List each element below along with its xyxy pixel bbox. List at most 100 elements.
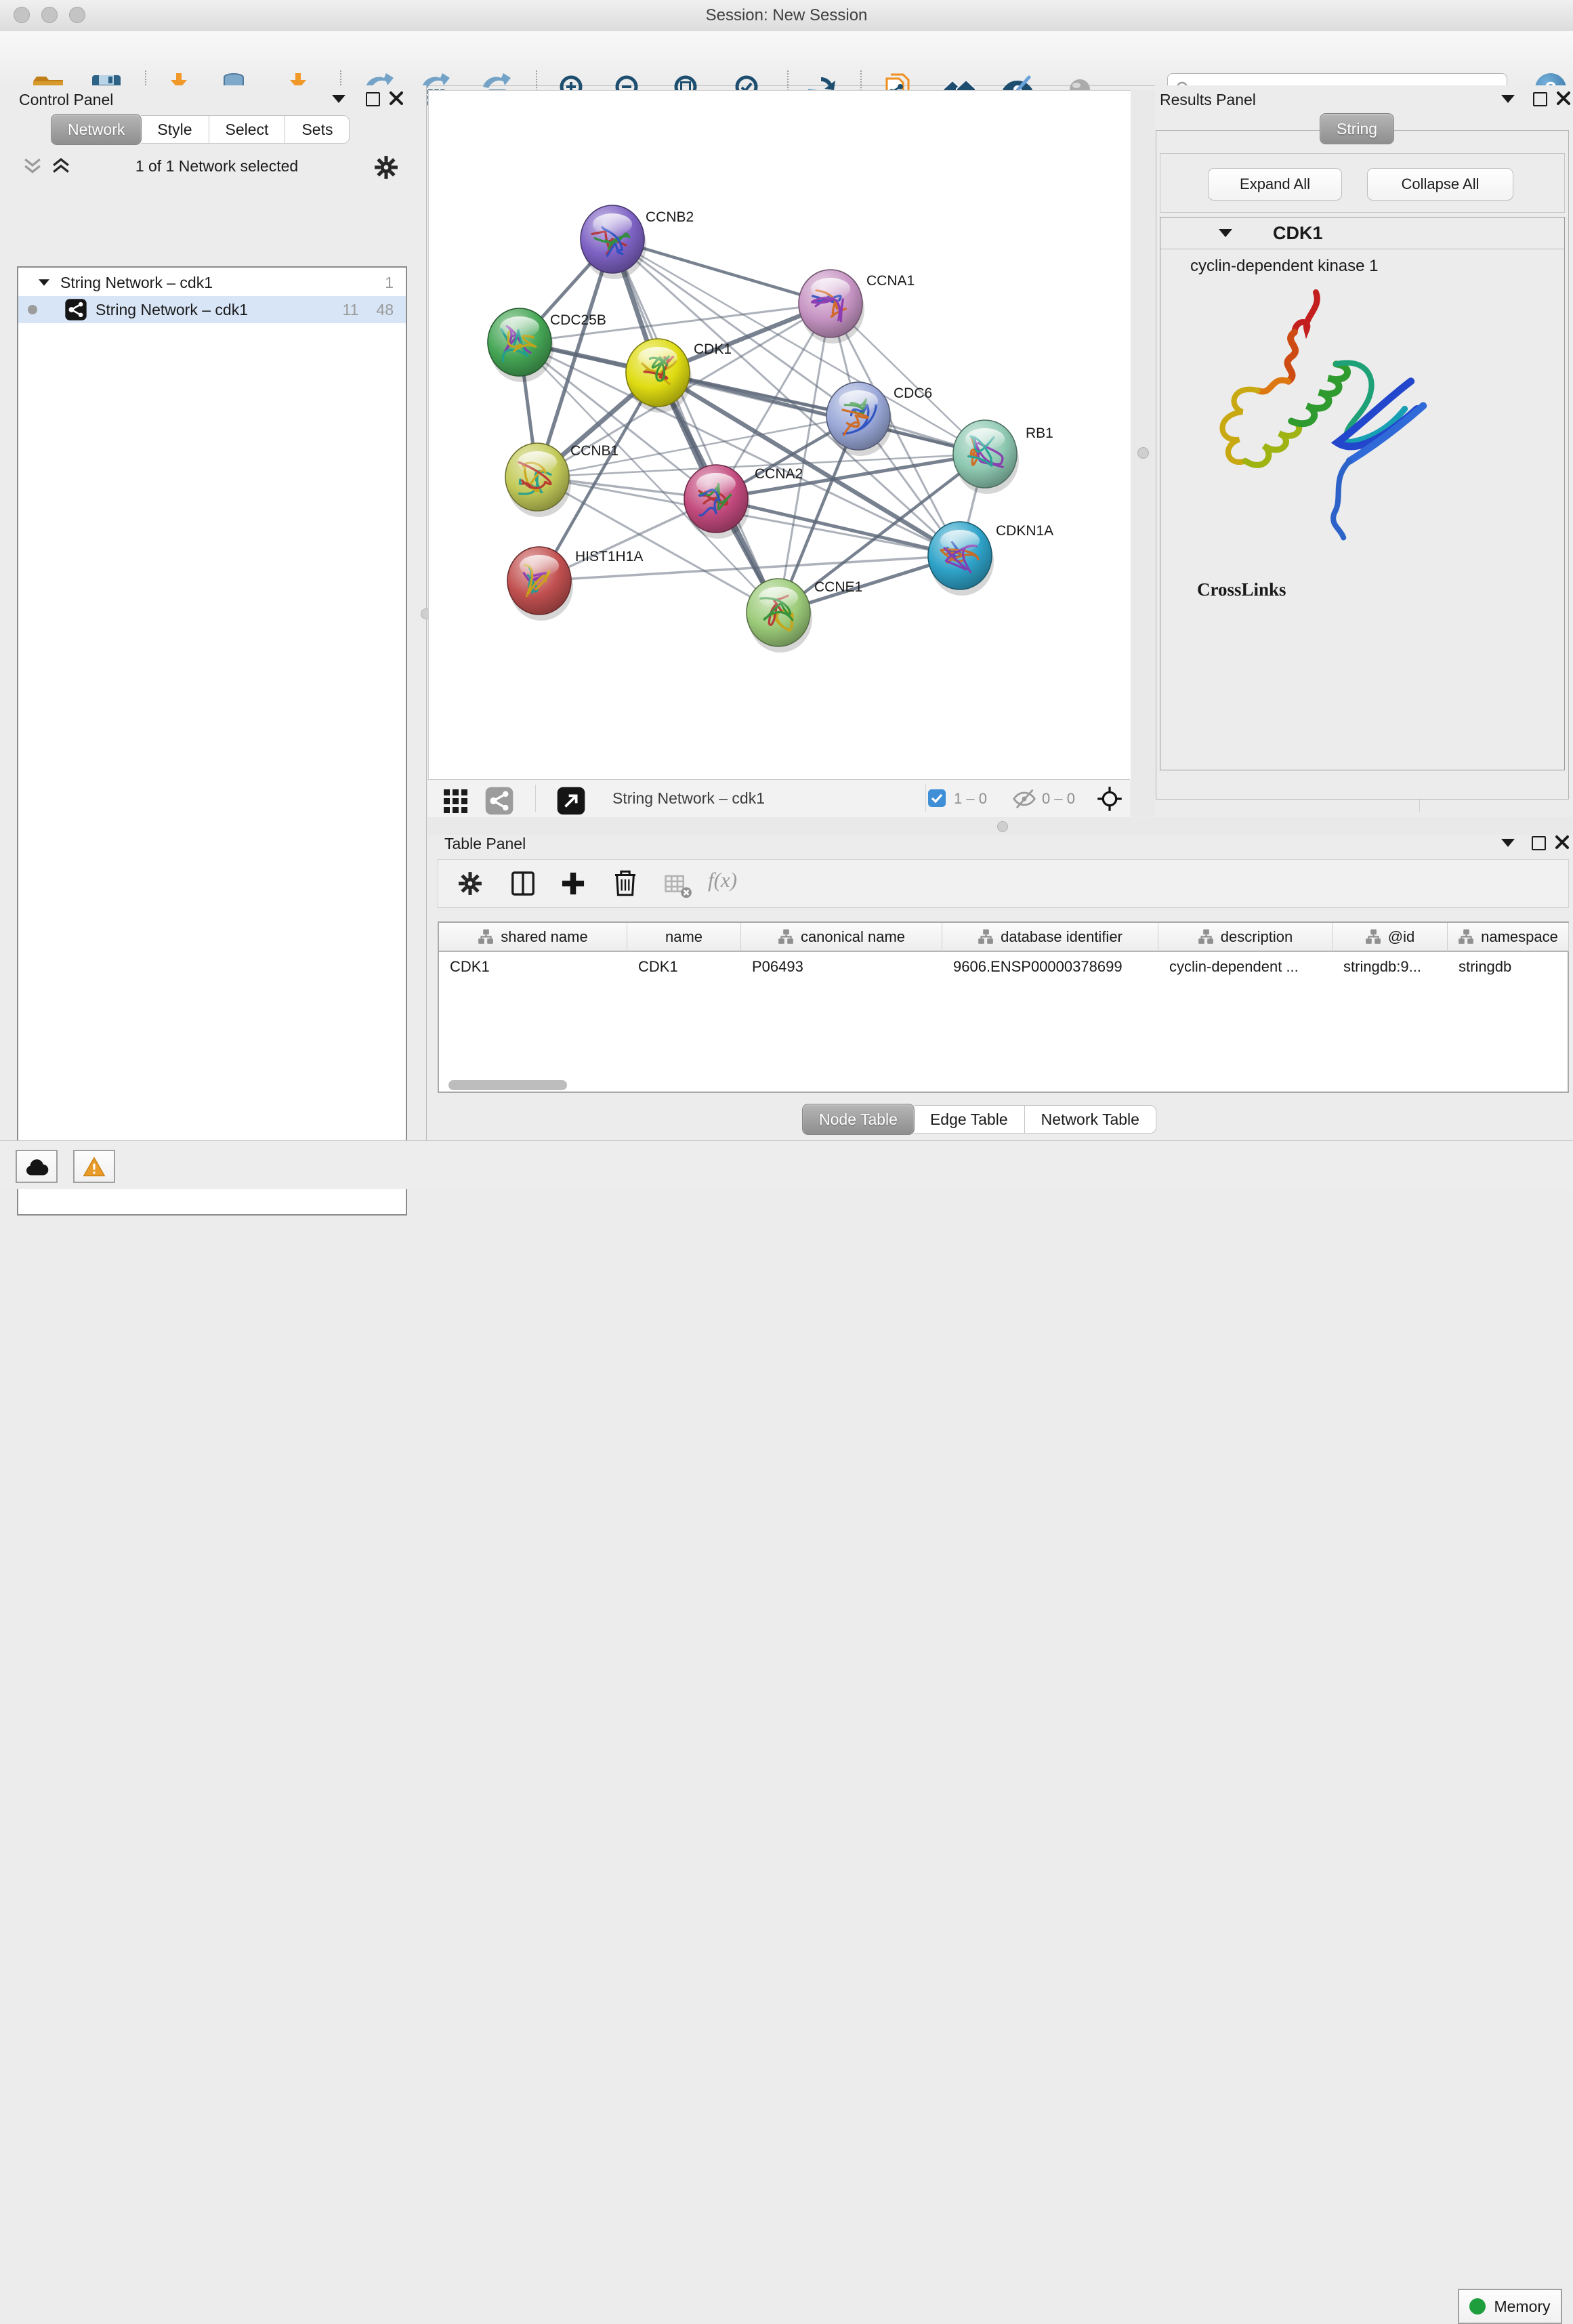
results-splitter-handle[interactable]	[1137, 447, 1149, 459]
tab-network[interactable]: Network	[51, 114, 142, 145]
add-column-icon[interactable]	[558, 869, 588, 898]
network-options-gear-icon[interactable]	[371, 152, 401, 182]
table-cell[interactable]: CDK1	[439, 952, 627, 982]
column-header-shared-name[interactable]: shared name	[439, 923, 627, 952]
network-graph[interactable]: CCNB2CCNA1CDC25BCDK1CDC6RB1CCNB1CCNA2CDK…	[429, 91, 1131, 780]
network-node-RB1[interactable]: RB1	[953, 420, 1053, 494]
column-header-description[interactable]: description	[1158, 923, 1333, 952]
network-collection-row[interactable]: String Network – cdk1 1	[18, 269, 406, 296]
table-gear-icon[interactable]	[455, 869, 485, 898]
fit-crosshair-icon[interactable]	[1095, 785, 1124, 813]
open-in-window-icon[interactable]	[556, 786, 586, 816]
edge-CCNA2-CDKN1A[interactable]	[716, 499, 960, 556]
expand-all-button[interactable]: Expand All	[1208, 168, 1342, 201]
column-header-name[interactable]: name	[627, 923, 741, 952]
column-type-icon	[478, 928, 494, 945]
results-panel-collapse-icon[interactable]	[1501, 95, 1515, 103]
network-canvas[interactable]: CCNB2CCNA1CDC25BCDK1CDC6RB1CCNB1CCNA2CDK…	[428, 90, 1131, 780]
control-panel-tabs: NetworkStyleSelectSets	[51, 115, 350, 144]
selected-counter: 1 – 0	[954, 790, 987, 808]
tab-style[interactable]: Style	[141, 115, 209, 144]
delete-column-icon[interactable]	[610, 867, 641, 898]
table-cell[interactable]: cyclin-dependent ...	[1158, 952, 1333, 982]
tab-network-table[interactable]: Network Table	[1025, 1105, 1156, 1134]
expand-collapse-bar: Expand All Collapse All	[1160, 153, 1565, 213]
table-cell[interactable]: 9606.ENSP00000378699	[942, 952, 1158, 982]
network-node-CCNB2[interactable]: CCNB2	[581, 205, 694, 279]
delete-table-icon[interactable]	[662, 871, 693, 898]
table-panel-float-icon[interactable]	[1532, 836, 1546, 850]
column-type-icon	[978, 928, 994, 945]
network-node-CCNA1[interactable]: CCNA1	[799, 270, 915, 344]
node-label-CCNA2: CCNA2	[755, 466, 803, 482]
string-app-icon	[64, 298, 87, 321]
network-node-CCNE1[interactable]: CCNE1	[747, 579, 862, 652]
collapse-all-chevron-icon[interactable]	[22, 157, 43, 175]
results-panel-float-icon[interactable]	[1533, 92, 1547, 106]
show-columns-icon[interactable]	[508, 869, 538, 898]
column-header-label: name	[665, 928, 702, 946]
network-selection-status: 1 of 1 Network selected	[81, 157, 352, 175]
horizontal-scrollbar-thumb[interactable]	[448, 1080, 567, 1090]
results-tabs: String	[1320, 115, 1393, 143]
table-tabs: Node TableEdge TableNetwork Table	[803, 1105, 1156, 1134]
tab-node-table[interactable]: Node Table	[802, 1104, 915, 1135]
collapse-all-button[interactable]: Collapse All	[1367, 168, 1513, 201]
expand-all-chevron-icon[interactable]	[50, 157, 72, 175]
string-panel-icon[interactable]	[484, 786, 514, 816]
tab-edge-table[interactable]: Edge Table	[914, 1105, 1025, 1134]
memory-button[interactable]: Memory	[1458, 2289, 1562, 2324]
protein-structure-image	[1190, 283, 1448, 554]
node-label-HIST1H1A: HIST1H1A	[575, 549, 643, 564]
results-panel-close-icon[interactable]	[1556, 91, 1571, 106]
network-node-CDKN1A[interactable]: CDKN1A	[928, 522, 1053, 596]
cloud-button[interactable]	[16, 1150, 58, 1183]
tab-string[interactable]: String	[1320, 113, 1394, 144]
node-label-RB1: RB1	[1026, 426, 1053, 441]
gene-expander-icon[interactable]	[1219, 229, 1232, 237]
title-bar: Session: New Session	[0, 0, 1573, 32]
column-header-canonical-name[interactable]: canonical name	[741, 923, 942, 952]
network-node-CDC6[interactable]: CDC6	[826, 382, 932, 456]
hidden-counter: 0 – 0	[1042, 790, 1075, 808]
network-row-selected[interactable]: String Network – cdk1 11 48	[18, 296, 406, 323]
table-cell[interactable]: P06493	[741, 952, 942, 982]
table-cell[interactable]: stringdb:9...	[1333, 952, 1448, 982]
network-view-title: String Network – cdk1	[612, 789, 765, 808]
gene-section-header[interactable]: CDK1	[1160, 217, 1564, 249]
column-header-@id[interactable]: @id	[1333, 923, 1448, 952]
network-status-dot	[28, 305, 37, 314]
selected-checkbox[interactable]	[928, 789, 946, 807]
collection-count: 1	[385, 274, 394, 292]
control-panel-close-icon[interactable]	[389, 91, 404, 106]
tree-expander-icon[interactable]	[39, 279, 49, 286]
gene-name: CDK1	[1273, 223, 1323, 244]
network-node-HIST1H1A[interactable]: HIST1H1A	[507, 547, 643, 621]
memory-label: Memory	[1494, 2298, 1550, 2316]
toolbar-divider	[535, 785, 536, 812]
node-label-CCNB2: CCNB2	[646, 209, 694, 225]
tab-sets[interactable]: Sets	[285, 115, 350, 144]
column-type-icon	[778, 928, 794, 945]
node-label-CCNE1: CCNE1	[814, 579, 862, 595]
node-label-CDC6: CDC6	[894, 386, 932, 401]
control-panel-float-icon[interactable]	[366, 92, 380, 106]
table-splitter-handle[interactable]	[997, 821, 1008, 832]
control-panel-collapse-icon[interactable]	[332, 95, 345, 103]
function-builder-icon[interactable]: f(x)	[708, 868, 737, 892]
tab-select[interactable]: Select	[209, 115, 286, 144]
column-header-label: shared name	[501, 928, 587, 946]
table-cell[interactable]: stringdb	[1448, 952, 1569, 982]
warning-button[interactable]	[73, 1150, 115, 1183]
edge-count: 48	[376, 301, 394, 319]
birdseye-grid-icon[interactable]	[443, 789, 470, 813]
hidden-eye-icon[interactable]	[1012, 787, 1036, 810]
network-node-CDK1[interactable]: CDK1	[626, 339, 732, 413]
main-toolbar: ?	[0, 31, 1573, 86]
network-node-CCNA2[interactable]: CCNA2	[684, 465, 803, 539]
table-panel-collapse-icon[interactable]	[1501, 839, 1515, 847]
column-header-namespace[interactable]: namespace	[1448, 923, 1569, 952]
table-panel-close-icon[interactable]	[1555, 835, 1570, 850]
table-cell[interactable]: CDK1	[627, 952, 741, 982]
column-header-database-identifier[interactable]: database identifier	[942, 923, 1158, 952]
